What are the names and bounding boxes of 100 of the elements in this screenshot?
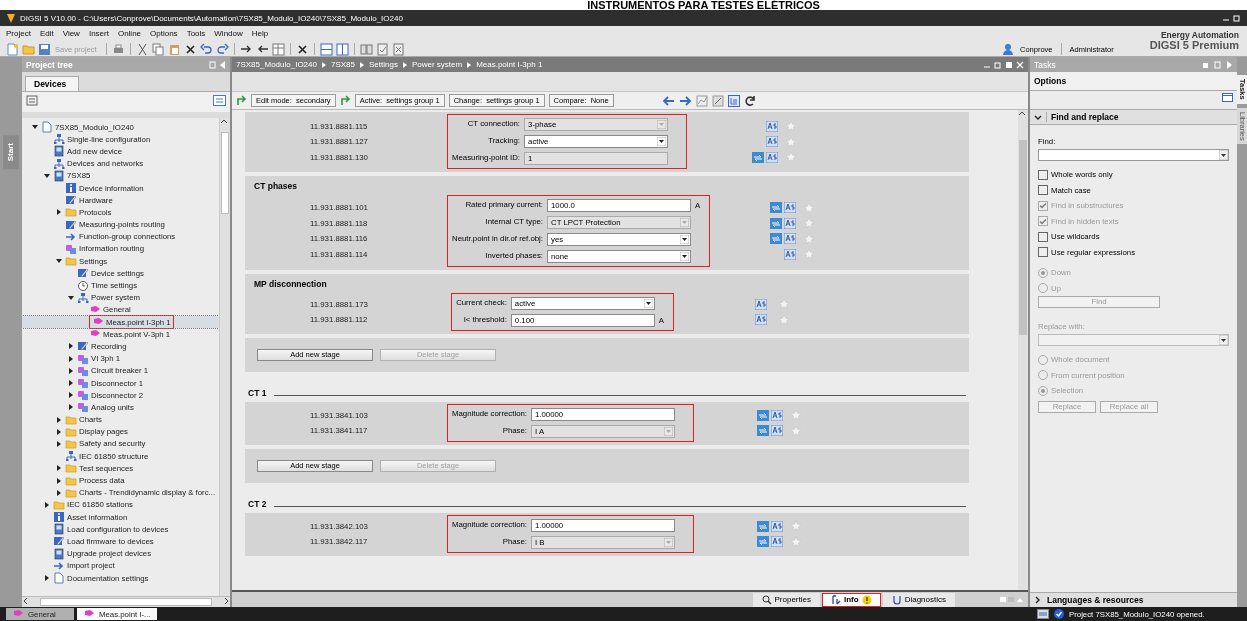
replace-field[interactable] bbox=[1038, 334, 1229, 346]
breadcrumb-item[interactable]: 7SX85 bbox=[330, 60, 355, 69]
redo-icon[interactable] bbox=[215, 42, 229, 56]
menu-item[interactable]: Insert bbox=[88, 28, 109, 38]
star-icon[interactable] bbox=[803, 249, 814, 260]
list-view-icon[interactable] bbox=[727, 94, 740, 107]
settings-text-icon bbox=[765, 120, 778, 132]
maximize-icon[interactable] bbox=[1005, 60, 1013, 69]
menu-item[interactable]: Help bbox=[251, 28, 269, 38]
scroll-left-icon[interactable] bbox=[22, 597, 30, 605]
window-icon[interactable] bbox=[1222, 93, 1233, 102]
check-page-icon[interactable] bbox=[375, 42, 389, 56]
folder-icon bbox=[65, 425, 77, 438]
page-icon bbox=[53, 572, 65, 585]
dropdown-arrow-icon bbox=[664, 427, 673, 436]
group-header[interactable]: Find and replace bbox=[1030, 110, 1237, 125]
menu-item[interactable]: Edit bbox=[39, 28, 54, 38]
jump-arrow-icon[interactable] bbox=[339, 95, 351, 106]
scroll-up-icon[interactable] bbox=[1018, 110, 1026, 118]
window-title: DIGSI 5 V10.00 - C:\Users\Conprove\Documents\Automation\7SX85_Modulo_IO240\7SX85_Modulo_IO240 bbox=[20, 13, 403, 23]
tree-view-icon[interactable] bbox=[26, 95, 38, 106]
settings-text-icon bbox=[765, 136, 778, 147]
checkbox[interactable] bbox=[1038, 185, 1048, 196]
checkbox[interactable] bbox=[1038, 247, 1048, 258]
close-icon[interactable] bbox=[1016, 60, 1024, 69]
refresh-icon[interactable] bbox=[743, 94, 756, 107]
breadcrumb-item[interactable]: Settings bbox=[369, 60, 398, 69]
sync-icon bbox=[769, 217, 782, 229]
dropdown-arrow-icon[interactable] bbox=[1219, 335, 1228, 345]
star-icon[interactable] bbox=[803, 202, 814, 213]
float-icon[interactable] bbox=[994, 60, 1002, 69]
undo-icon[interactable] bbox=[199, 42, 213, 56]
menu-item[interactable]: Project bbox=[6, 28, 31, 38]
split-horizontal-icon[interactable] bbox=[319, 42, 333, 56]
monitor-icon bbox=[1037, 608, 1049, 620]
scroll-right-icon[interactable] bbox=[222, 597, 230, 605]
star-icon[interactable] bbox=[785, 136, 796, 147]
star-icon[interactable] bbox=[779, 299, 789, 310]
copy-icon[interactable] bbox=[151, 42, 165, 56]
dropdown-arrow-icon bbox=[664, 538, 673, 547]
page-icon bbox=[41, 121, 53, 134]
star-icon[interactable] bbox=[785, 121, 796, 131]
breadcrumb-item[interactable]: 7SX85_Modulo_IO240 bbox=[236, 60, 317, 69]
group-heading: CT 2 bbox=[248, 499, 267, 509]
chevron-right-icon[interactable] bbox=[1034, 596, 1041, 604]
breadcrumb-item[interactable]: Meas.point I-3ph 1 bbox=[476, 60, 543, 69]
star-icon[interactable] bbox=[791, 410, 802, 421]
cross-page-icon[interactable] bbox=[391, 42, 405, 56]
checkbox[interactable] bbox=[1038, 231, 1048, 242]
delete-icon[interactable] bbox=[295, 42, 309, 56]
breadcrumb-item[interactable]: Power system bbox=[411, 60, 463, 69]
collapse-triangle-icon[interactable] bbox=[67, 294, 74, 301]
star-icon[interactable] bbox=[791, 521, 802, 532]
back-arrow-icon[interactable] bbox=[661, 95, 675, 106]
collapse-triangle-icon[interactable] bbox=[31, 124, 38, 131]
scrollbar-thumb[interactable] bbox=[1019, 140, 1027, 335]
star-icon[interactable] bbox=[791, 536, 802, 547]
delete-icon[interactable] bbox=[183, 42, 197, 56]
star-icon[interactable] bbox=[785, 152, 796, 162]
panel-tab[interactable]: Devices bbox=[25, 76, 80, 91]
scrollbar-thumb[interactable] bbox=[221, 132, 229, 214]
star-icon[interactable] bbox=[803, 233, 814, 244]
folder-icon bbox=[65, 462, 77, 475]
settings-text-icon bbox=[765, 151, 778, 163]
menu-item[interactable]: Window bbox=[214, 28, 243, 38]
float-icon[interactable] bbox=[1202, 60, 1210, 69]
split-vertical-icon[interactable] bbox=[335, 42, 349, 56]
overview-icon[interactable] bbox=[213, 95, 226, 106]
compare-icon[interactable] bbox=[359, 42, 373, 56]
menu-item[interactable]: Online bbox=[117, 28, 142, 38]
sync-icon bbox=[757, 425, 770, 437]
expand-panel-icon[interactable] bbox=[1226, 60, 1233, 69]
collapse-triangle-icon[interactable] bbox=[55, 258, 62, 265]
inspector-tab[interactable]: Properties bbox=[752, 592, 820, 607]
dropdown-arrow-icon[interactable] bbox=[1219, 150, 1228, 160]
inspector-tab[interactable]: Info bbox=[821, 592, 881, 607]
pencil-icon bbox=[53, 535, 65, 548]
pencil-icon bbox=[65, 194, 77, 207]
star-icon[interactable] bbox=[791, 425, 802, 436]
menu-item[interactable]: Tools bbox=[186, 28, 206, 38]
menu-item[interactable]: View bbox=[62, 28, 80, 38]
restore-icon[interactable] bbox=[1233, 14, 1241, 22]
printer-icon[interactable] bbox=[111, 42, 125, 56]
menu-item[interactable]: Options bbox=[150, 28, 178, 38]
jump-arrow-icon[interactable] bbox=[236, 95, 247, 106]
checkbox[interactable] bbox=[1038, 169, 1048, 180]
expand-triangle-icon[interactable] bbox=[55, 209, 62, 216]
collapse-panel-icon[interactable] bbox=[219, 60, 226, 69]
horizontal-scrollbar-thumb[interactable] bbox=[40, 598, 212, 606]
collapse-triangle-icon[interactable] bbox=[43, 172, 50, 179]
device-icon bbox=[53, 145, 65, 158]
inspector-tab[interactable]: Diagnostics bbox=[882, 592, 955, 607]
expand-triangle-icon[interactable] bbox=[43, 575, 50, 582]
star-icon[interactable] bbox=[779, 314, 789, 325]
find-field[interactable] bbox=[1038, 149, 1229, 161]
edit-view-icon[interactable] bbox=[711, 94, 724, 107]
chart-view-icon[interactable] bbox=[695, 94, 708, 107]
star-icon[interactable] bbox=[803, 218, 814, 229]
forward-arrow-icon[interactable] bbox=[678, 95, 692, 106]
scroll-up-icon[interactable] bbox=[220, 118, 228, 126]
